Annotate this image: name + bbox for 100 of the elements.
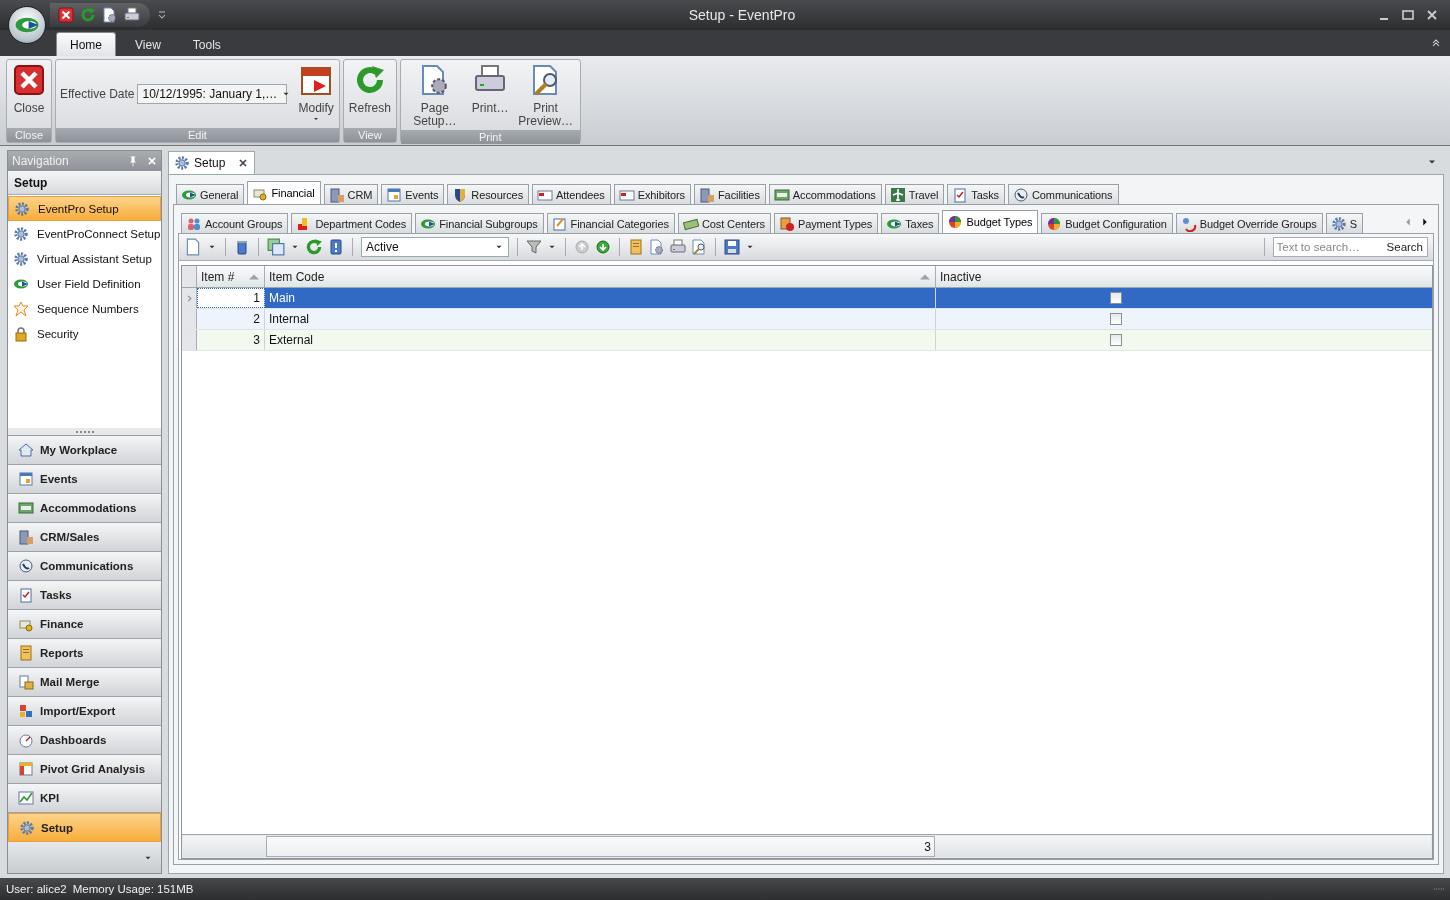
tab[interactable]: Exhibitors (613, 184, 691, 204)
tab[interactable]: Budget Override Groups (1175, 213, 1323, 233)
ribbon-tab[interactable]: View (122, 33, 174, 56)
module-button[interactable]: Communications (8, 552, 161, 581)
table-row[interactable]: 3 External (182, 330, 1432, 351)
checkbox[interactable] (1110, 334, 1122, 346)
calendar-icon (386, 186, 403, 203)
print-preview-icon[interactable] (691, 239, 707, 255)
refresh-icon[interactable] (305, 238, 323, 256)
module-button[interactable]: Accommodations (8, 494, 161, 523)
padlock-icon (13, 325, 29, 342)
tab[interactable]: Attendees (532, 184, 611, 204)
group-caption: Print (400, 130, 580, 144)
person-icon (1180, 215, 1197, 232)
nav-item[interactable]: Security (8, 321, 161, 346)
date-dropdown[interactable]: 10/12/1995: January 1,… (137, 84, 288, 104)
tab[interactable]: Financial (247, 181, 321, 204)
module-button[interactable]: Reports (8, 639, 161, 668)
module-button[interactable]: Finance (8, 610, 161, 639)
new-document-icon[interactable] (184, 238, 202, 256)
tab[interactable]: Account Groups (181, 213, 289, 233)
tab[interactable]: Budget Types (942, 210, 1039, 233)
tab[interactable]: Events (381, 184, 445, 204)
building-icon (328, 186, 345, 203)
status-filter-dropdown[interactable]: Active (361, 237, 509, 257)
columns-icon[interactable] (267, 238, 285, 256)
ribbon-tab[interactable]: Tools (179, 33, 234, 56)
corner-cell (182, 266, 197, 287)
table-row[interactable]: 2 Internal (182, 309, 1432, 330)
info-icon[interactable] (328, 239, 344, 255)
module-button[interactable]: CRM/Sales (8, 523, 161, 552)
phone-icon (1012, 186, 1029, 203)
module-button[interactable]: Mail Merge (8, 668, 161, 697)
ribbon-button[interactable]: Print Preview… (513, 62, 578, 130)
tab[interactable]: Accommodations (768, 184, 882, 204)
tab[interactable]: CRM (323, 184, 379, 204)
gauge-icon (18, 732, 34, 748)
filter-icon[interactable] (526, 239, 542, 255)
maximize-icon[interactable] (1400, 7, 1416, 23)
ribbon-button[interactable]: Page Setup… (402, 62, 467, 130)
tab[interactable]: S (1325, 213, 1363, 233)
close-icon[interactable] (58, 7, 74, 23)
checkbox[interactable] (1110, 292, 1122, 304)
ribbon-button[interactable]: Close (9, 62, 49, 117)
module-button[interactable]: Pivot Grid Analysis (8, 755, 161, 784)
module-button[interactable]: Setup (8, 813, 161, 842)
tab[interactable]: Travel (884, 184, 945, 204)
checkbox[interactable] (1110, 313, 1122, 325)
ribbon-tab[interactable]: Home (56, 32, 116, 56)
module-button[interactable]: Events (8, 465, 161, 494)
tab[interactable]: Payment Types (773, 213, 879, 233)
column-header[interactable]: Item Code (265, 266, 936, 287)
tab[interactable]: Budget Configuration (1041, 213, 1173, 233)
page-setup-icon[interactable] (102, 7, 118, 23)
tab[interactable]: Resources (447, 184, 530, 204)
tab[interactable]: Cost Centers (677, 213, 771, 233)
gear-icon (14, 200, 30, 217)
module-button[interactable]: KPI (8, 784, 161, 813)
nav-item[interactable]: Virtual Assistant Setup (8, 246, 161, 271)
table-cell: Internal (265, 309, 936, 329)
nav-item[interactable]: Sequence Numbers (8, 296, 161, 321)
table-icon (18, 761, 34, 777)
tab[interactable]: Financial Subgroups (415, 213, 544, 233)
collapse-icon[interactable] (1430, 37, 1442, 49)
group-caption: Close (7, 128, 51, 142)
tab[interactable]: Tasks (947, 184, 1005, 204)
tab[interactable]: Taxes (881, 213, 940, 233)
column-header[interactable]: Item # (197, 266, 265, 287)
print-icon[interactable] (124, 7, 140, 23)
tab[interactable]: General (176, 184, 245, 204)
document-tab[interactable]: Setup (168, 151, 256, 174)
table-cell: Main (265, 288, 936, 308)
nav-item[interactable]: EventProConnect Setup (8, 221, 161, 246)
refresh-icon[interactable] (80, 7, 96, 23)
table-cell: 1 (197, 288, 265, 308)
tab[interactable]: Financial Categories (546, 213, 675, 233)
ribbon-button[interactable]: Print… (468, 62, 512, 117)
book-icon[interactable] (628, 239, 644, 255)
gear-icon (19, 819, 35, 836)
status-text: User: alice2 (6, 883, 67, 895)
close-icon[interactable] (237, 157, 250, 169)
tab[interactable]: Department Codes (291, 213, 413, 233)
tab[interactable]: Facilities (694, 184, 766, 204)
ribbon-button[interactable]: Refresh (345, 62, 394, 117)
module-button[interactable]: Dashboards (8, 726, 161, 755)
nav-item[interactable]: User Field Definition (8, 271, 161, 296)
customize-icon[interactable] (156, 9, 168, 21)
tab[interactable]: Communications (1007, 184, 1119, 204)
module-button[interactable]: My Workplace (8, 436, 161, 465)
trash-icon[interactable] (234, 239, 250, 255)
column-header[interactable]: Inactive (936, 266, 1432, 287)
ribbon-button[interactable]: Modify (295, 62, 337, 125)
nav-item[interactable]: EventPro Setup (8, 196, 161, 221)
clipboard-icon (18, 587, 34, 603)
module-button[interactable]: Import/Export (8, 697, 161, 726)
module-button[interactable]: Tasks (8, 581, 161, 610)
status-text: Memory Usage: 151MB (72, 883, 194, 895)
table-row[interactable]: 1 Main (182, 288, 1432, 309)
group-caption: View (343, 128, 396, 142)
star-icon (13, 300, 29, 317)
